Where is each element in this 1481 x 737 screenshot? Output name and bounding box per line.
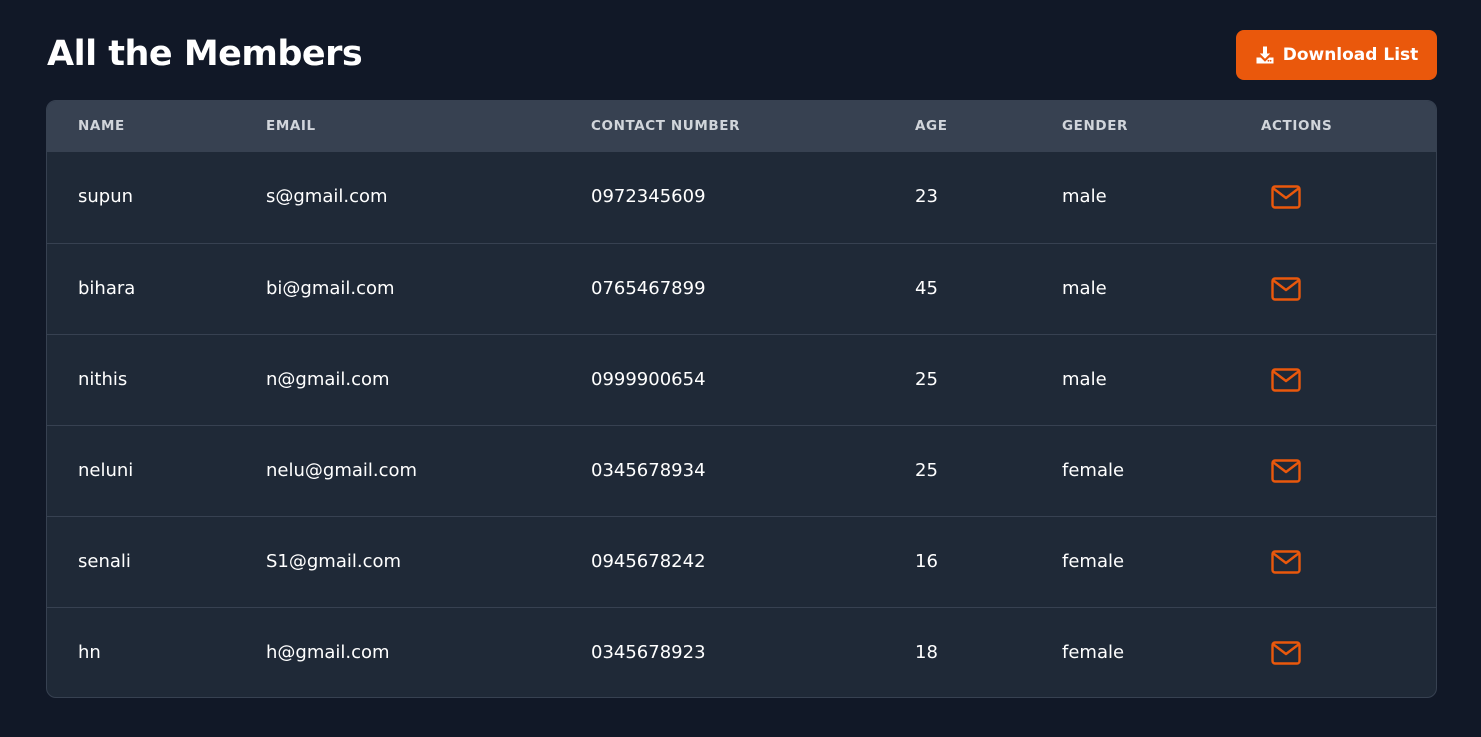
cell-age: 45 — [915, 278, 938, 299]
cell-contact-number: 0345678923 — [591, 642, 706, 663]
cell-name: neluni — [78, 460, 134, 481]
mail-icon — [1271, 277, 1301, 301]
cell-contact-number: 0945678242 — [591, 551, 706, 572]
cell-email: S1@gmail.com — [266, 551, 402, 572]
table-row: senali S1@gmail.com 0945678242 16 female — [47, 516, 1436, 607]
cell-age: 23 — [915, 186, 938, 207]
table-row: supun s@gmail.com 0972345609 23 male — [47, 152, 1436, 243]
cell-contact-number: 0999900654 — [591, 369, 706, 390]
cell-name: supun — [78, 186, 134, 207]
cell-name: bihara — [78, 278, 136, 299]
table-row: hn h@gmail.com 0345678923 18 female — [47, 607, 1436, 697]
send-email-button[interactable] — [1271, 548, 1301, 576]
column-header-name: NAME — [78, 118, 125, 134]
cell-gender: male — [1062, 186, 1107, 207]
members-page: All the Members Download List NAME EMAIL… — [0, 0, 1481, 737]
cell-email: h@gmail.com — [266, 642, 390, 663]
table-row: neluni nelu@gmail.com 0345678934 25 fema… — [47, 425, 1436, 516]
column-header-gender: GENDER — [1062, 118, 1129, 134]
mail-icon — [1271, 459, 1301, 483]
cell-contact-number: 0765467899 — [591, 278, 706, 299]
cell-name: senali — [78, 551, 131, 572]
cell-age: 16 — [915, 551, 938, 572]
cell-contact-number: 0345678934 — [591, 460, 706, 481]
mail-icon — [1271, 641, 1301, 665]
send-email-button[interactable] — [1271, 639, 1301, 667]
table-row: nithis n@gmail.com 0999900654 25 male — [47, 334, 1436, 425]
table-header: NAME EMAIL CONTACT NUMBER AGE GENDER ACT… — [47, 101, 1436, 152]
download-icon — [1255, 45, 1275, 65]
cell-contact-number: 0972345609 — [591, 186, 706, 207]
table-body: supun s@gmail.com 0972345609 23 male bih… — [47, 152, 1436, 697]
cell-name: hn — [78, 642, 101, 663]
cell-gender: male — [1062, 369, 1107, 390]
send-email-button[interactable] — [1271, 457, 1301, 485]
mail-icon — [1271, 368, 1301, 392]
column-header-email: EMAIL — [266, 118, 316, 134]
members-table: NAME EMAIL CONTACT NUMBER AGE GENDER ACT… — [46, 100, 1437, 698]
column-header-age: AGE — [915, 118, 948, 134]
cell-gender: female — [1062, 551, 1125, 572]
cell-email: bi@gmail.com — [266, 278, 395, 299]
cell-gender: female — [1062, 642, 1125, 663]
table-row: bihara bi@gmail.com 0765467899 45 male — [47, 243, 1436, 334]
cell-age: 25 — [915, 369, 938, 390]
cell-gender: female — [1062, 460, 1125, 481]
cell-age: 25 — [915, 460, 938, 481]
cell-email: n@gmail.com — [266, 369, 390, 390]
cell-email: s@gmail.com — [266, 186, 388, 207]
cell-age: 18 — [915, 642, 938, 663]
send-email-button[interactable] — [1271, 366, 1301, 394]
download-list-button[interactable]: Download List — [1236, 30, 1437, 80]
mail-icon — [1271, 550, 1301, 574]
download-list-label: Download List — [1282, 45, 1419, 65]
send-email-button[interactable] — [1271, 183, 1301, 211]
column-header-actions: ACTIONS — [1261, 118, 1333, 134]
cell-gender: male — [1062, 278, 1107, 299]
cell-name: nithis — [78, 369, 128, 390]
page-title: All the Members — [47, 34, 363, 74]
send-email-button[interactable] — [1271, 275, 1301, 303]
mail-icon — [1271, 185, 1301, 209]
column-header-contact-number: CONTACT NUMBER — [591, 118, 741, 134]
cell-email: nelu@gmail.com — [266, 460, 418, 481]
